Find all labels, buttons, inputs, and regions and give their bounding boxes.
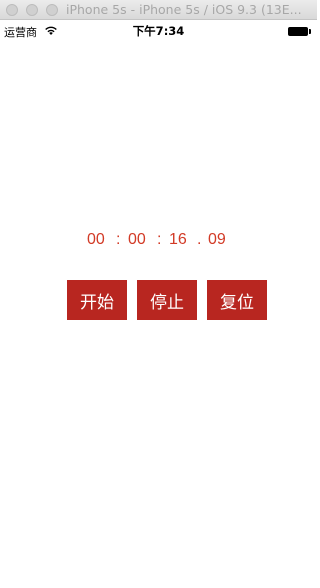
clock-label: 下午7:34 bbox=[132, 24, 185, 38]
timer-minutes: 00 bbox=[128, 231, 146, 248]
timer-seconds: 16 bbox=[169, 231, 187, 248]
window-minimize-button[interactable] bbox=[26, 4, 38, 16]
timer-decimal-point: . bbox=[197, 231, 202, 248]
reset-button[interactable]: 复位 bbox=[207, 280, 267, 320]
timer-hundredths: 09 bbox=[208, 231, 226, 248]
window-close-button[interactable] bbox=[6, 4, 18, 16]
battery-icon bbox=[288, 27, 308, 36]
timer-hours: 00 bbox=[87, 231, 105, 248]
battery-tip-icon bbox=[309, 29, 311, 34]
timer-separator: : bbox=[116, 231, 121, 248]
start-button[interactable]: 开始 bbox=[67, 280, 127, 320]
timer-separator: : bbox=[157, 231, 162, 248]
simulator-title-bar: iPhone 5s - iPhone 5s / iOS 9.3 (13E... bbox=[0, 0, 317, 20]
stopwatch-display: 00 : 00 : 16 . 09 bbox=[0, 229, 317, 251]
ios-status-bar: 运营商 下午7:34 bbox=[0, 21, 317, 41]
stop-button[interactable]: 停止 bbox=[137, 280, 197, 320]
simulator-window: iPhone 5s - iPhone 5s / iOS 9.3 (13E... … bbox=[0, 0, 317, 588]
window-zoom-button[interactable] bbox=[46, 4, 58, 16]
window-title: iPhone 5s - iPhone 5s / iOS 9.3 (13E... bbox=[66, 2, 302, 17]
